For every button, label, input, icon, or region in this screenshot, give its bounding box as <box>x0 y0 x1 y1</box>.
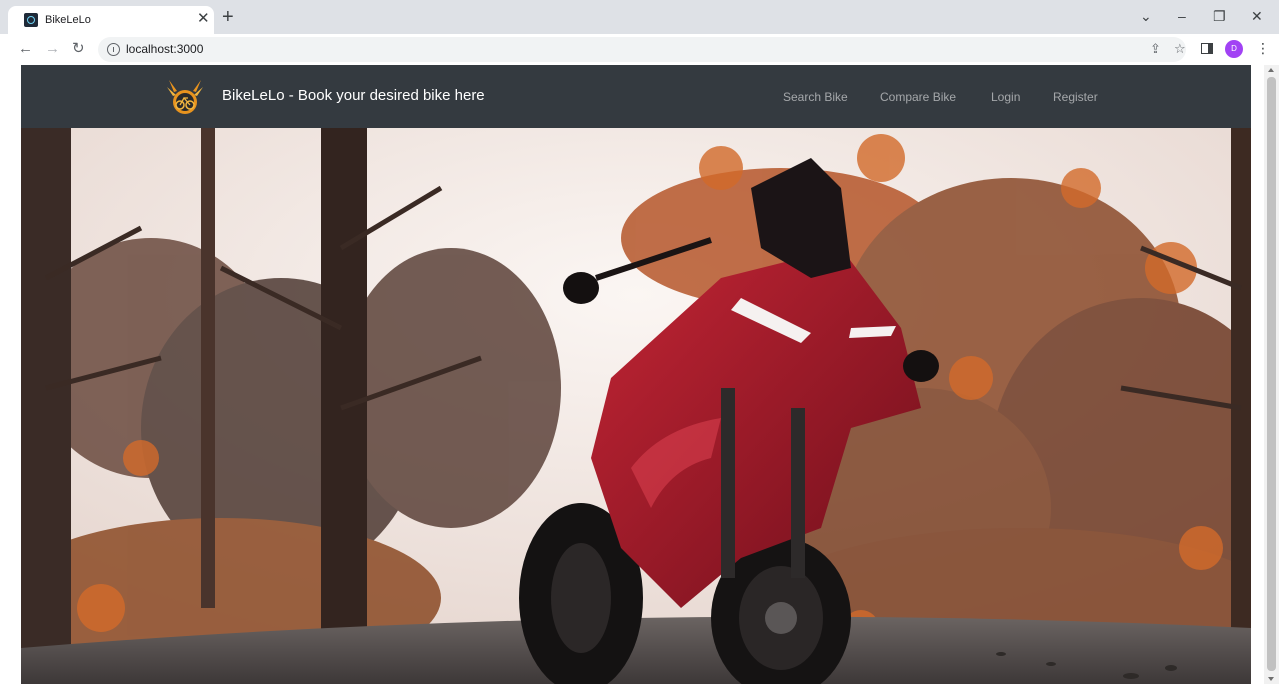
tab-search-icon[interactable]: ⌄ <box>1140 8 1152 24</box>
close-window-icon[interactable]: ✕ <box>1251 8 1263 24</box>
browser-tab[interactable]: BikeLeLo ✕ <box>8 6 214 34</box>
bike-logo-icon[interactable] <box>165 77 205 117</box>
side-panel-icon[interactable] <box>1201 43 1213 54</box>
address-bar[interactable]: localhost:3000 <box>98 37 1186 62</box>
back-icon[interactable]: ← <box>18 40 33 58</box>
reload-icon[interactable]: ↻ <box>72 40 85 58</box>
info-icon[interactable] <box>107 43 120 56</box>
scroll-thumb[interactable] <box>1267 77 1276 671</box>
scroll-up-icon[interactable] <box>1268 68 1274 72</box>
more-menu-icon[interactable]: ⋮ <box>1256 40 1270 56</box>
nav-link-register[interactable]: Register <box>1053 90 1098 104</box>
forward-icon[interactable]: → <box>45 40 60 58</box>
hero-image <box>21 128 1251 684</box>
motorcycle-forest-illustration <box>21 128 1251 684</box>
site-navbar: BikeLeLo - Book your desired bike here S… <box>21 65 1251 128</box>
react-favicon-icon <box>24 13 38 27</box>
restore-icon[interactable]: ❐ <box>1213 8 1226 24</box>
nav-link-search-bike[interactable]: Search Bike <box>783 90 848 104</box>
brand-title[interactable]: BikeLeLo - Book your desired bike here <box>222 87 485 104</box>
new-tab-icon[interactable]: + <box>222 7 234 27</box>
nav-link-compare-bike[interactable]: Compare Bike <box>880 90 956 104</box>
browser-toolbar: ← → ↻ localhost:3000 ⇪ ☆ D ⋮ <box>0 34 1279 65</box>
nav-link-login[interactable]: Login <box>991 90 1020 104</box>
tab-title: BikeLeLo <box>45 14 91 26</box>
minimize-icon[interactable]: – <box>1178 8 1186 24</box>
tab-close-icon[interactable]: ✕ <box>197 11 210 27</box>
browser-tab-strip: BikeLeLo ✕ + ⌄ – ❐ ✕ <box>0 0 1279 34</box>
page-viewport: BikeLeLo - Book your desired bike here S… <box>0 65 1279 684</box>
share-icon[interactable]: ⇪ <box>1150 41 1161 57</box>
bookmark-star-icon[interactable]: ☆ <box>1174 41 1186 57</box>
url-text[interactable]: localhost:3000 <box>126 42 203 56</box>
page-scrollbar[interactable] <box>1264 65 1279 684</box>
profile-avatar[interactable]: D <box>1225 40 1243 58</box>
scroll-down-icon[interactable] <box>1268 677 1274 681</box>
